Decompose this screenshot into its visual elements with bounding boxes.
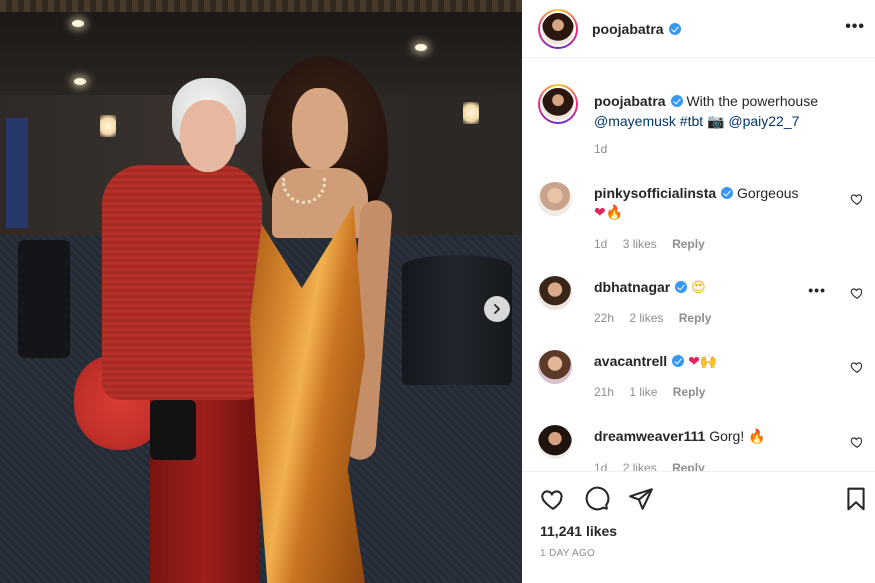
- paper-plane-icon[interactable]: [628, 486, 654, 512]
- comment-username[interactable]: avacantrell: [594, 353, 667, 369]
- commenter-avatar[interactable]: [538, 425, 572, 459]
- fire-emoji: 🔥: [605, 205, 624, 221]
- caption-text-part: With the powerhouse: [686, 93, 818, 109]
- verified-badge-icon: [670, 95, 683, 107]
- verified-badge-icon: [721, 187, 734, 199]
- heart-icon[interactable]: [540, 486, 566, 512]
- like-comment-icon[interactable]: [850, 192, 864, 206]
- caption-username[interactable]: poojabatra: [594, 93, 666, 109]
- author-avatar[interactable]: [538, 8, 578, 49]
- photo-cornice: [0, 0, 522, 12]
- comment-time: 22h: [594, 311, 615, 325]
- post-header: poojabatra •••: [522, 0, 875, 58]
- fire-emoji: 🔥: [748, 429, 766, 445]
- comment-username[interactable]: dbhatnagar: [594, 279, 670, 295]
- comment-username[interactable]: pinkysofficialinsta: [594, 185, 716, 201]
- mention-link[interactable]: @mayemusk: [594, 113, 676, 129]
- wall-lamp: [463, 102, 479, 124]
- reply-button[interactable]: Reply: [673, 385, 706, 399]
- hashtag-link[interactable]: #tbt: [680, 113, 703, 129]
- comment-likes[interactable]: 1 like: [629, 385, 657, 399]
- comment-message: Gorgeous: [737, 185, 799, 201]
- next-photo-button[interactable]: [484, 296, 510, 322]
- comment-likes[interactable]: 2 likes: [623, 461, 657, 471]
- post-date: 1 DAY AGO: [540, 548, 596, 559]
- reply-button[interactable]: Reply: [672, 237, 705, 251]
- person-left-face: [180, 100, 236, 172]
- chevron-right-icon: [494, 304, 500, 314]
- reply-button[interactable]: Reply: [672, 461, 705, 471]
- verified-badge-icon: [668, 22, 681, 35]
- ceiling-light: [74, 78, 86, 85]
- photo-bin: [18, 240, 70, 358]
- like-comment-icon[interactable]: [850, 435, 864, 449]
- comment-meta: 1d 3 likes Reply: [594, 237, 717, 251]
- mention-link[interactable]: @paiy22_7: [728, 113, 799, 129]
- comment-likes[interactable]: 3 likes: [623, 237, 657, 251]
- heart-emoji: ❤: [594, 205, 606, 221]
- bookmark-icon[interactable]: [843, 486, 869, 512]
- comments-list[interactable]: poojabatra With the powerhouse @mayemusk…: [522, 58, 875, 471]
- like-comment-icon[interactable]: [850, 360, 864, 374]
- reply-button[interactable]: Reply: [679, 311, 712, 325]
- comment-icon[interactable]: [584, 486, 610, 512]
- comment-meta: 1d 2 likes Reply: [594, 461, 717, 471]
- comment-username[interactable]: dreamweaver111: [594, 428, 705, 444]
- comment-text: dbhatnagar 😍: [594, 278, 830, 298]
- heart-eyes-emoji: 😍: [691, 280, 706, 296]
- comment-meta: 22h 2 likes Reply: [594, 311, 723, 325]
- commenter-avatar[interactable]: [538, 276, 572, 310]
- commenter-avatar[interactable]: [538, 350, 572, 384]
- comment-text: dreamweaver111 Gorg! 🔥: [594, 427, 830, 447]
- comment-message: Gorg!: [709, 428, 745, 444]
- verified-badge-icon: [675, 281, 688, 293]
- post-side-panel: poojabatra ••• poojabatra With the power…: [522, 0, 875, 583]
- comment-text: avacantrell ❤🙌: [594, 352, 830, 372]
- comment-likes[interactable]: 2 likes: [629, 311, 663, 325]
- post-options-button[interactable]: •••: [845, 18, 865, 36]
- person-left-clutch: [150, 400, 196, 460]
- comment-time: 1d: [594, 461, 608, 471]
- comment-time: 1d: [594, 237, 608, 251]
- caption-text: poojabatra With the powerhouse @mayemusk…: [594, 91, 864, 132]
- ceiling-light: [72, 20, 84, 27]
- like-comment-icon[interactable]: [850, 286, 864, 300]
- post-actions: 11,241 likes 1 DAY AGO: [522, 471, 875, 583]
- likes-count[interactable]: 11,241 likes: [540, 523, 617, 539]
- person-right-face: [292, 88, 348, 170]
- comment-options-button[interactable]: •••: [808, 282, 826, 298]
- ceiling-light: [415, 44, 427, 51]
- person-left-sweater: [102, 165, 262, 400]
- author-avatar[interactable]: [538, 84, 578, 124]
- post-photo[interactable]: [0, 0, 522, 583]
- verified-badge-icon: [672, 355, 685, 367]
- heart-emoji: ❤: [688, 354, 700, 370]
- commenter-avatar[interactable]: [538, 182, 572, 216]
- camera-emoji: 📷: [707, 114, 725, 130]
- caption-time: 1d: [594, 142, 608, 156]
- comment-time: 21h: [594, 385, 615, 399]
- comment-meta: 21h 1 like Reply: [594, 385, 717, 399]
- comment-text: pinkysofficialinsta Gorgeous ❤🔥: [594, 184, 830, 223]
- photo-door: [6, 118, 28, 228]
- wall-lamp: [100, 115, 116, 137]
- raised-hands-emoji: 🙌: [699, 354, 718, 370]
- author-username[interactable]: poojabatra: [592, 21, 681, 37]
